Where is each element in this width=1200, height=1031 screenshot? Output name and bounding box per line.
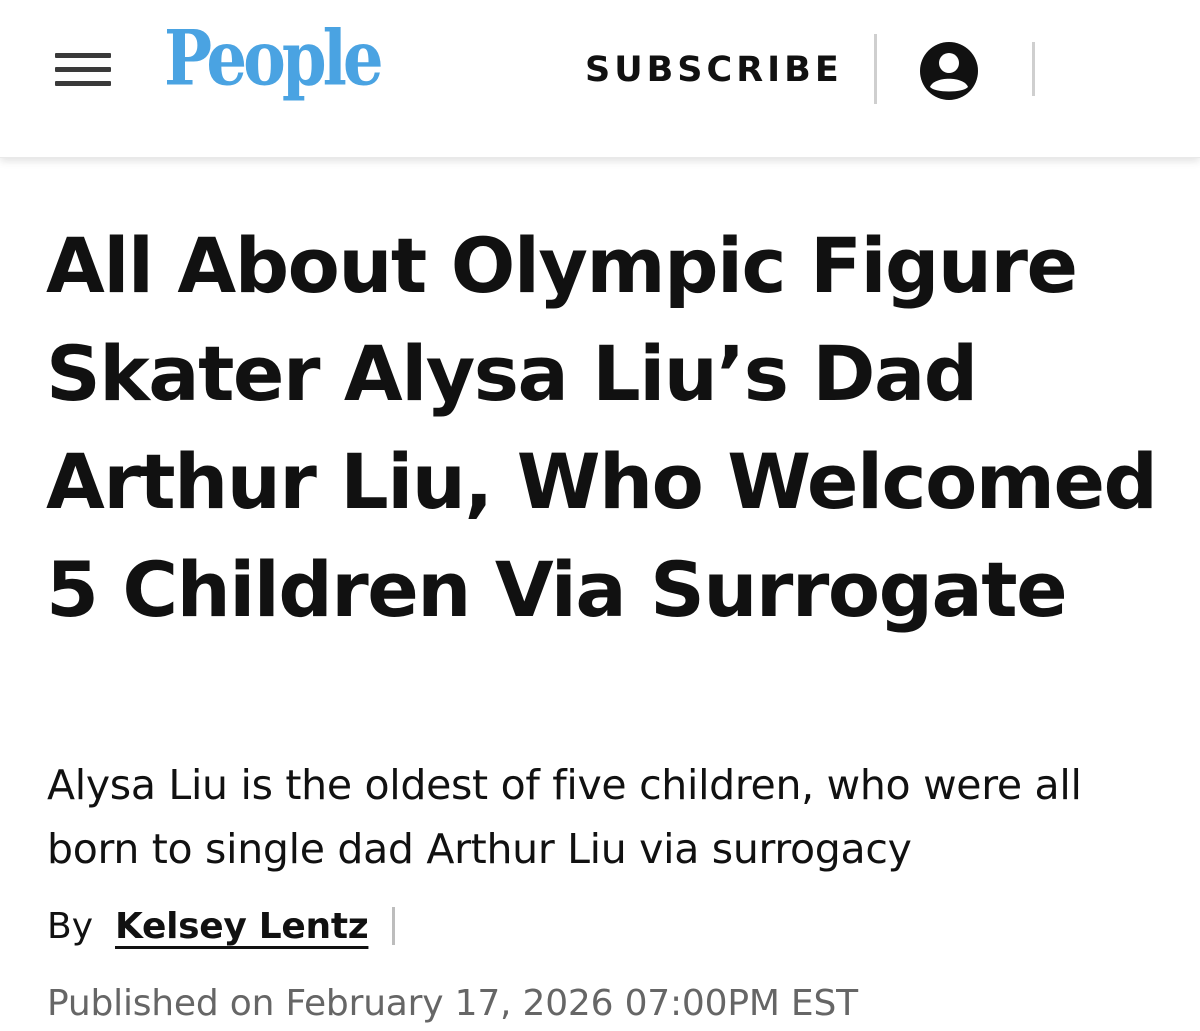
byline-divider — [392, 907, 396, 945]
subscribe-button[interactable]: SUBSCRIBE — [585, 48, 843, 92]
site-header: People SUBSCRIBE — [0, 0, 1200, 158]
article-headline: All About Olympic Figure Skater Alysa Li… — [46, 221, 1158, 634]
author-link[interactable]: Kelsey Lentz — [115, 906, 369, 947]
byline-prefix: By — [47, 905, 94, 947]
byline: By Kelsey Lentz — [47, 904, 396, 948]
people-logo[interactable]: People — [164, 21, 384, 98]
header-divider — [874, 34, 877, 104]
header-divider — [1032, 42, 1035, 96]
hamburger-menu-icon[interactable] — [55, 49, 111, 89]
user-account-icon[interactable] — [918, 40, 980, 102]
publish-date: Published on February 17, 2026 07:00PM E… — [47, 983, 858, 1024]
article-subheadline: Alysa Liu is the oldest of five children… — [47, 761, 1082, 873]
